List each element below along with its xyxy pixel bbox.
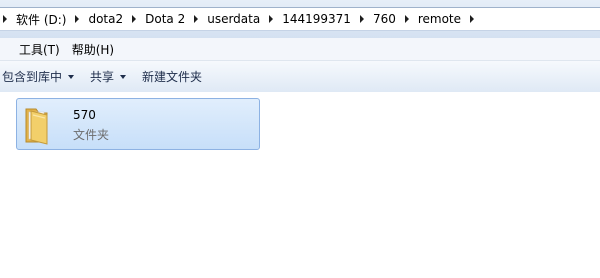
breadcrumb-separator-icon[interactable] (75, 15, 80, 23)
breadcrumb-item-760[interactable]: 760 (369, 8, 400, 30)
include-in-library-label: 包含到库中 (2, 70, 63, 84)
folder-item[interactable]: 570 文件夹 (16, 98, 260, 150)
file-list[interactable]: 570 文件夹 (0, 92, 600, 278)
breadcrumb-separator-icon[interactable] (470, 15, 475, 23)
breadcrumb[interactable]: 软件 (D:) dota2 Dota 2 userdata 144199371 … (0, 7, 600, 31)
new-folder-button[interactable]: 新建文件夹 (134, 64, 210, 90)
breadcrumb-item-userdata[interactable]: userdata (203, 8, 264, 30)
command-bar: 包含到库中 共享 新建文件夹 (0, 61, 600, 93)
breadcrumb-item-drive[interactable]: 软件 (D:) (12, 8, 70, 30)
folder-icon (25, 108, 48, 145)
breadcrumb-item-remote[interactable]: remote (414, 8, 465, 30)
include-in-library-button[interactable]: 包含到库中 (0, 64, 82, 90)
menu-item-help[interactable]: 帮助(H) (66, 41, 120, 58)
breadcrumb-separator-icon[interactable] (3, 15, 7, 23)
menu-bar: 工具(T) 帮助(H) (0, 38, 600, 61)
breadcrumb-separator-icon[interactable] (132, 15, 137, 23)
breadcrumb-item-user-id[interactable]: 144199371 (278, 8, 355, 30)
folder-name: 570 (73, 108, 96, 122)
folder-type: 文件夹 (73, 128, 110, 142)
breadcrumb-item-dota-2[interactable]: Dota 2 (141, 8, 189, 30)
address-bar: 软件 (D:) dota2 Dota 2 userdata 144199371 … (0, 0, 600, 39)
breadcrumb-separator-icon[interactable] (404, 15, 409, 23)
share-button[interactable]: 共享 (82, 64, 134, 90)
new-folder-label: 新建文件夹 (142, 70, 203, 84)
breadcrumb-separator-icon[interactable] (359, 15, 364, 23)
chevron-down-icon (68, 74, 75, 79)
chevron-down-icon (120, 74, 127, 79)
breadcrumb-separator-icon[interactable] (269, 15, 274, 23)
menu-item-tools[interactable]: 工具(T) (13, 41, 66, 58)
breadcrumb-separator-icon[interactable] (194, 15, 199, 23)
share-label: 共享 (90, 70, 115, 84)
breadcrumb-item-dota2[interactable]: dota2 (84, 8, 127, 30)
